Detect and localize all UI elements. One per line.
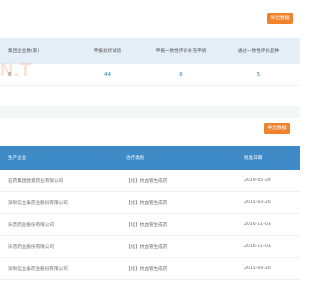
detail-manufacturer: 深圳信立泰药业股份有限公司 — [8, 200, 68, 206]
detail-approval-date: 2015-04-20 — [244, 266, 271, 271]
detail-manufacturer: 深圳信立泰药业股份有限公司 — [8, 266, 68, 272]
summary-value-passed-varieties[interactable]: 5 — [217, 72, 300, 78]
detail-therapeutic-category: 【化】抗血管生成药 — [126, 244, 168, 250]
table-row: 乐普药业股份有限公司 【化】抗血管生成药 2016-11-03 — [0, 236, 300, 258]
table-row: 深圳信立泰药业股份有限公司 【化】抗血管生成药 2015-04-20 — [0, 258, 300, 280]
detail-therapeutic-category: 【化】抗血管生成药 — [126, 200, 168, 206]
detail-therapeutic-category: 【化】抗血管生成药 — [126, 222, 168, 228]
summary-table-row: 6 44 6 5 — [0, 64, 300, 86]
summary-col-passed-varieties: 通过一致性评价品种 — [237, 49, 280, 54]
summary-col-consistency-applications: 申报一致性评价补充申请 — [155, 49, 207, 54]
summary-col-group-companies: 集团企业数(家) — [8, 49, 40, 54]
detail-approval-date: 2015-03-20 — [244, 200, 271, 205]
detail-approval-date: 2016-11-03 — [244, 244, 271, 249]
detail-manufacturer: 石药集团欧意药业有限公司 — [8, 178, 64, 184]
summary-value-consistency-applications[interactable]: 6 — [145, 72, 217, 78]
detail-therapeutic-category: 【化】抗血管生成药 — [126, 178, 168, 184]
detail-therapeutic-category: 【化】抗血管生成药 — [126, 266, 168, 272]
watermark-logo: N.T — [0, 60, 32, 80]
export-data-button-summary[interactable]: 导出数据 — [267, 13, 293, 24]
summary-table-header: 集团企业数(家) 申报总状试验 申报一致性评价补充申请 通过一致性评价品种 — [0, 38, 300, 64]
detail-table: 生产企业 治疗类别 批准日期 石药集团欧意药业有限公司 【化】抗血管生成药 20… — [0, 146, 300, 280]
summary-col-declared-tests: 申报总状试验 — [93, 49, 122, 54]
table-row: 石药集团欧意药业有限公司 【化】抗血管生成药 2019-05-29 — [0, 170, 300, 192]
section-divider — [0, 106, 300, 118]
detail-col-approval-date: 批准日期 — [244, 156, 263, 161]
table-row: 乐普药业股份有限公司 【化】抗血管生成药 2016-11-03 — [0, 214, 300, 236]
summary-table: 集团企业数(家) 申报总状试验 申报一致性评价补充申请 通过一致性评价品种 6 … — [0, 38, 300, 86]
detail-manufacturer: 乐普药业股份有限公司 — [8, 222, 54, 228]
export-data-button-detail[interactable]: 导出数据 — [264, 123, 290, 134]
detail-col-therapeutic-category: 治疗类别 — [126, 156, 145, 161]
detail-manufacturer: 乐普药业股份有限公司 — [8, 244, 54, 250]
summary-value-declared-tests[interactable]: 44 — [70, 72, 145, 78]
detail-approval-date: 2016-11-03 — [244, 222, 271, 227]
detail-table-header: 生产企业 治疗类别 批准日期 — [0, 146, 300, 170]
detail-col-manufacturer: 生产企业 — [8, 156, 27, 161]
detail-approval-date: 2019-05-29 — [244, 178, 271, 183]
table-row: 深圳信立泰药业股份有限公司 【化】抗血管生成药 2015-03-20 — [0, 192, 300, 214]
